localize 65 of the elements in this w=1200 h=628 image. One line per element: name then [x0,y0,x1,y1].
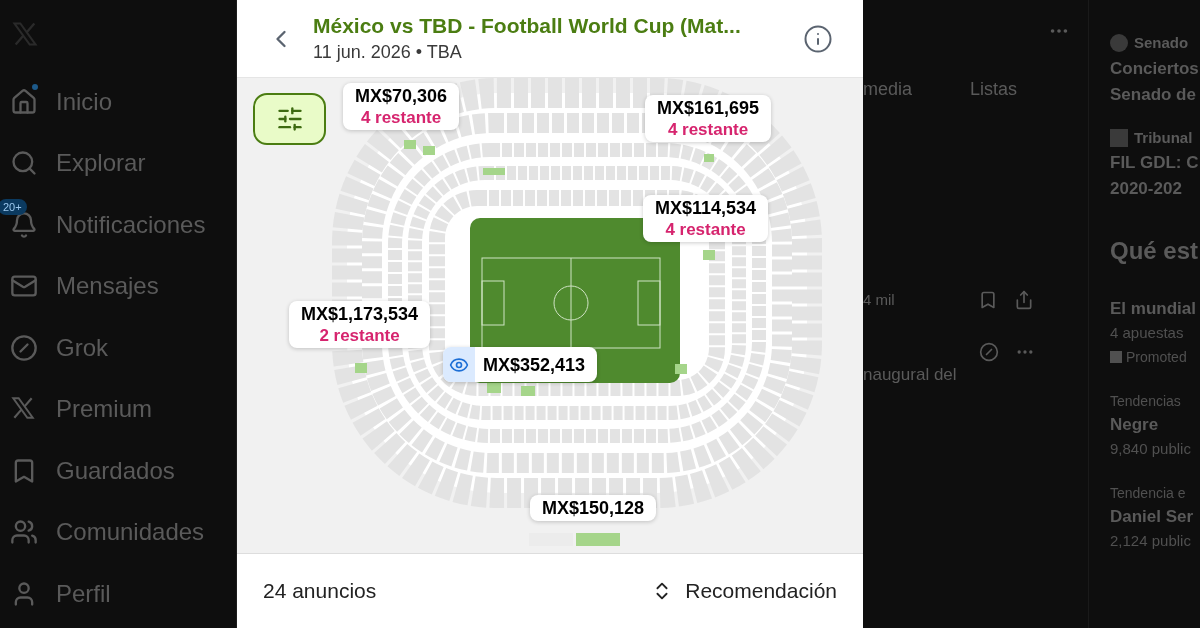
remaining-count: 2 restante [319,325,400,346]
trend-context: Tendencia e [1110,484,1187,503]
remaining-count: 4 restante [665,219,746,240]
section-heading: Qué est [1110,236,1200,266]
source-avatar [1110,128,1128,147]
trend-meta: 9,840 public [1110,439,1192,459]
price: MX$150,128 [542,497,645,519]
promoted-label: Promoted [1126,348,1187,367]
news-source: Tribunal [1134,127,1193,148]
remaining-count: 4 restante [667,119,749,140]
profile-tab[interactable]: media [863,76,913,103]
nav-link[interactable]: Perfil [56,575,111,612]
sort-button[interactable]: Recomendación [651,575,837,607]
promoted-icon [1110,351,1122,363]
info-icon[interactable] [803,23,833,54]
home-icon[interactable] [10,87,38,116]
news-headline-line: 2020-202 [1110,178,1183,200]
bookmark-icon[interactable] [978,290,998,311]
slashed-circle-icon[interactable] [10,333,38,362]
trend-title[interactable]: Daniel Ser [1110,505,1200,529]
news-headline-line: Senado de [1110,83,1197,106]
event-title: México vs TBD - Football World Cup (Mat... [313,12,742,39]
price: MX$114,534 [655,197,757,219]
price-tag[interactable]: MX$114,534 4 restante [643,195,769,242]
bell-icon[interactable] [10,210,38,239]
price-tag[interactable]: MX$150,128 [530,495,657,521]
event-date: 11 jun. 2026 • TBA [313,40,463,64]
people-icon[interactable] [10,518,38,547]
nav-link[interactable]: Notificaciones [56,206,206,243]
nav-link[interactable]: Guardados [56,452,175,489]
slashed-circle-icon[interactable] [979,341,999,362]
price: MX$1,173,534 [301,303,419,325]
news-source: Senado [1134,33,1189,53]
share-icon[interactable] [1014,290,1034,311]
trend-meta: 4 apuestas [1110,323,1185,343]
trend-title[interactable]: Negre [1110,413,1200,437]
nav-link[interactable]: Explorar [56,145,146,182]
trend-context: Tendencias [1110,392,1182,411]
filter-button[interactable] [253,93,326,145]
filter-icon [275,105,304,133]
nav-link[interactable]: Premium [56,391,152,428]
remaining-count: 4 restante [360,107,442,128]
nav-link[interactable]: Mensajes [56,268,159,305]
nav-link[interactable]: Comunidades [56,514,205,551]
search-icon[interactable] [10,149,38,178]
price-tag[interactable]: MX$1,173,534 2 restante [289,301,431,348]
price-tag[interactable]: MX$70,306 4 restante [343,83,460,130]
view-count: 4 mil [863,290,896,310]
price-tag[interactable]: MX$352,413 [443,347,598,382]
nav-link[interactable]: Inicio [56,83,113,120]
trend-title[interactable]: El mundial [1110,297,1200,321]
price: MX$352,413 [483,353,586,376]
news-headline-line: FIL GDL: C [1110,152,1200,174]
source-avatar [1110,34,1128,53]
listing-count: 24 anuncios [263,578,377,605]
price: MX$70,306 [355,85,448,107]
trend-meta: 2,124 public [1110,531,1192,551]
post-text: naugural del [863,363,958,386]
x-logo-icon[interactable] [10,395,36,422]
price: MX$161,695 [657,97,760,119]
price-tag[interactable]: MX$161,695 4 restante [645,95,772,142]
nav-link[interactable]: Grok [56,329,108,366]
news-headline-line: Conciertos [1110,57,1200,80]
notification-badge: 20+ [0,198,27,215]
profile-tab[interactable]: Listas [970,76,1018,103]
